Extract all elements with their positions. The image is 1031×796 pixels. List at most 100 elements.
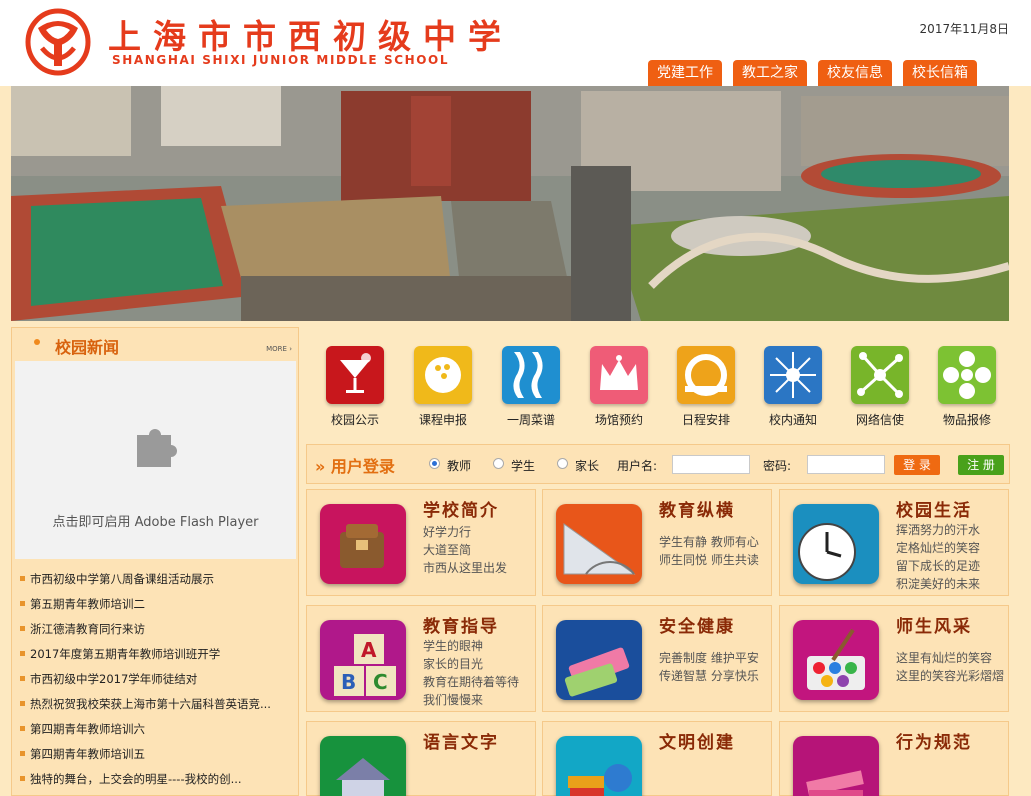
top-nav: 党建工作 教工之家 校友信息 校长信箱	[648, 60, 988, 86]
bowling-icon	[414, 346, 472, 404]
news-item[interactable]: 独特的舞台，上交会的明星----我校的创...	[18, 770, 298, 795]
quick-link-label: 一周菜谱	[506, 413, 555, 427]
quick-link-messenger[interactable]: 网络信使	[845, 346, 915, 428]
news-item[interactable]: 2017年度第五期青年教师培训班开学	[18, 645, 298, 670]
card-civilization[interactable]: 文明创建	[542, 721, 772, 796]
password-input[interactable]	[807, 455, 885, 474]
username-label: 用户名:	[617, 459, 658, 473]
card-teacher-student-style[interactable]: 师生风采 这里有灿烂的笑容 这里的笑容光彩熠熠	[779, 605, 1009, 712]
card-title: 教育指导	[423, 617, 499, 637]
network-icon	[851, 346, 909, 404]
news-item[interactable]: 热烈祝贺我校荣获上海市第十六届科普英语竞...	[18, 695, 298, 720]
ring-icon	[677, 346, 735, 404]
protractor-icon	[556, 504, 642, 584]
card-title: 教育纵横	[659, 501, 735, 521]
quick-link-repair[interactable]: 物品报修	[932, 346, 1002, 428]
bullet-icon	[34, 339, 40, 345]
quick-link-venue[interactable]: 场馆预约	[584, 346, 654, 428]
crown-icon	[590, 346, 648, 404]
role-label-teacher: 教师	[447, 459, 472, 473]
house-icon	[320, 736, 406, 796]
quick-link-label: 校内通知	[768, 413, 817, 427]
card-title: 文明创建	[659, 733, 735, 753]
flash-player-placeholder[interactable]: 点击即可启用 Adobe Flash Player	[15, 361, 296, 559]
role-label-parent: 家长	[575, 459, 600, 473]
campus-banner-image	[11, 86, 1009, 321]
news-item[interactable]: 第五期青年教师培训二	[18, 595, 298, 620]
flower-icon	[938, 346, 996, 404]
register-button[interactable]: 注 册	[958, 455, 1004, 475]
nav-tab-staff[interactable]: 教工之家	[733, 60, 807, 86]
card-title: 安全健康	[659, 617, 735, 637]
news-more-link[interactable]: MORE ›	[266, 345, 292, 353]
news-item[interactable]: 市西初级中学第八周备课组活动展示	[18, 570, 298, 595]
card-lines: 这里有灿烂的笑容 这里的笑容光彩熠熠	[896, 651, 1005, 683]
quick-link-menu[interactable]: 一周菜谱	[496, 346, 566, 428]
card-lines: 学生的眼神 家长的目光 教育在期待着等待 我们慢慢来	[423, 639, 520, 707]
current-date: 2017年11月8日	[919, 22, 1009, 36]
news-item[interactable]: 浙江德清教育同行来访	[18, 620, 298, 645]
card-lines: 好学力行 大道至简 市西从这里出发	[423, 525, 508, 575]
card-title: 行为规范	[896, 733, 972, 753]
card-education[interactable]: 教育纵横 学生有静 教师有心 师生同悦 师生共读	[542, 489, 772, 596]
news-list: 市西初级中学第八周备课组活动展示 第五期青年教师培训二 浙江德清教育同行来访 2…	[18, 570, 298, 795]
card-title: 师生风采	[896, 617, 972, 637]
campus-news-panel: 校园新闻 MORE › 点击即可启用 Adobe Flash Player 市西…	[11, 327, 299, 796]
card-guidance[interactable]: ABC 教育指导 学生的眼神 家长的目光 教育在期待着等待 我们慢慢来	[306, 605, 536, 712]
card-lines: 学生有静 教师有心 师生同悦 师生共读	[659, 535, 759, 567]
svg-text:B: B	[341, 670, 356, 694]
books-globe-icon	[556, 736, 642, 796]
login-button[interactable]: 登 录	[894, 455, 940, 475]
role-radio-parent[interactable]	[557, 458, 568, 469]
burst-icon	[764, 346, 822, 404]
nav-tab-principal-mail[interactable]: 校长信箱	[903, 60, 977, 86]
quick-link-label: 网络信使	[855, 413, 904, 427]
card-safety[interactable]: 安全健康 完善制度 维护平安 传递智慧 分享快乐	[542, 605, 772, 712]
quick-link-label: 校园公示	[330, 413, 379, 427]
card-campus-life[interactable]: 校园生活 挥洒努力的汗水 定格灿烂的笑容 留下成长的足迹 积淀美好的未来	[779, 489, 1009, 596]
quick-link-notice[interactable]: 校内通知	[758, 346, 828, 428]
book-stack-icon	[793, 736, 879, 796]
quick-link-label: 物品报修	[942, 413, 991, 427]
card-title: 学校简介	[423, 501, 499, 521]
plugin-puzzle-icon	[137, 429, 177, 467]
nav-tab-alumni[interactable]: 校友信息	[818, 60, 892, 86]
card-lines: 完善制度 维护平安 传递智慧 分享快乐	[659, 651, 759, 683]
role-radio-teacher[interactable]	[429, 458, 440, 469]
quick-link-schedule[interactable]: 日程安排	[671, 346, 741, 428]
card-title: 语言文字	[423, 733, 499, 753]
user-login-bar: » 用户登录 教师 学生 家长 用户名: 密码: 登 录 注 册	[306, 444, 1010, 484]
cocktail-icon	[326, 346, 384, 404]
quick-link-label: 场馆预约	[594, 413, 643, 427]
login-title: » 用户登录	[315, 457, 395, 476]
password-label: 密码:	[763, 459, 792, 473]
card-lines: 挥洒努力的汗水 定格灿烂的笑容 留下成长的足迹 积淀美好的未来	[896, 523, 981, 591]
username-input[interactable]	[672, 455, 750, 474]
palette-icon	[793, 620, 879, 700]
school-logo-icon[interactable]	[24, 8, 92, 76]
news-item[interactable]: 第四期青年教师培训六	[18, 720, 298, 745]
card-language[interactable]: 语言文字	[306, 721, 536, 796]
site-header: 上海市市西初级中学 SHANGHAI SHIXI JUNIOR MIDDLE S…	[0, 0, 1031, 86]
school-name-cn: 上海市市西初级中学	[108, 17, 513, 56]
schoolbag-icon	[320, 504, 406, 584]
flash-enable-text: 点击即可启用 Adobe Flash Player	[52, 515, 259, 530]
svg-text:A: A	[361, 638, 377, 662]
role-radio-student[interactable]	[493, 458, 504, 469]
news-item[interactable]: 市西初级中学2017学年师徒结对	[18, 670, 298, 695]
card-school-intro[interactable]: 学校简介 好学力行 大道至简 市西从这里出发	[306, 489, 536, 596]
svg-text:C: C	[373, 670, 388, 694]
quick-link-course[interactable]: 课程申报	[408, 346, 478, 428]
clock-icon	[793, 504, 879, 584]
news-item[interactable]: 第四期青年教师培训五	[18, 745, 298, 770]
quick-link-label: 课程申报	[418, 413, 467, 427]
nav-tab-party[interactable]: 党建工作	[648, 60, 722, 86]
quick-link-label: 日程安排	[681, 413, 730, 427]
card-title: 校园生活	[896, 501, 972, 521]
card-conduct[interactable]: 行为规范	[779, 721, 1009, 796]
news-title: 校园新闻	[55, 338, 120, 357]
role-label-student: 学生	[511, 459, 536, 473]
quick-link-announcement[interactable]: 校园公示	[320, 346, 390, 428]
vase-icon	[502, 346, 560, 404]
school-name-en: SHANGHAI SHIXI JUNIOR MIDDLE SCHOOL	[112, 53, 450, 67]
